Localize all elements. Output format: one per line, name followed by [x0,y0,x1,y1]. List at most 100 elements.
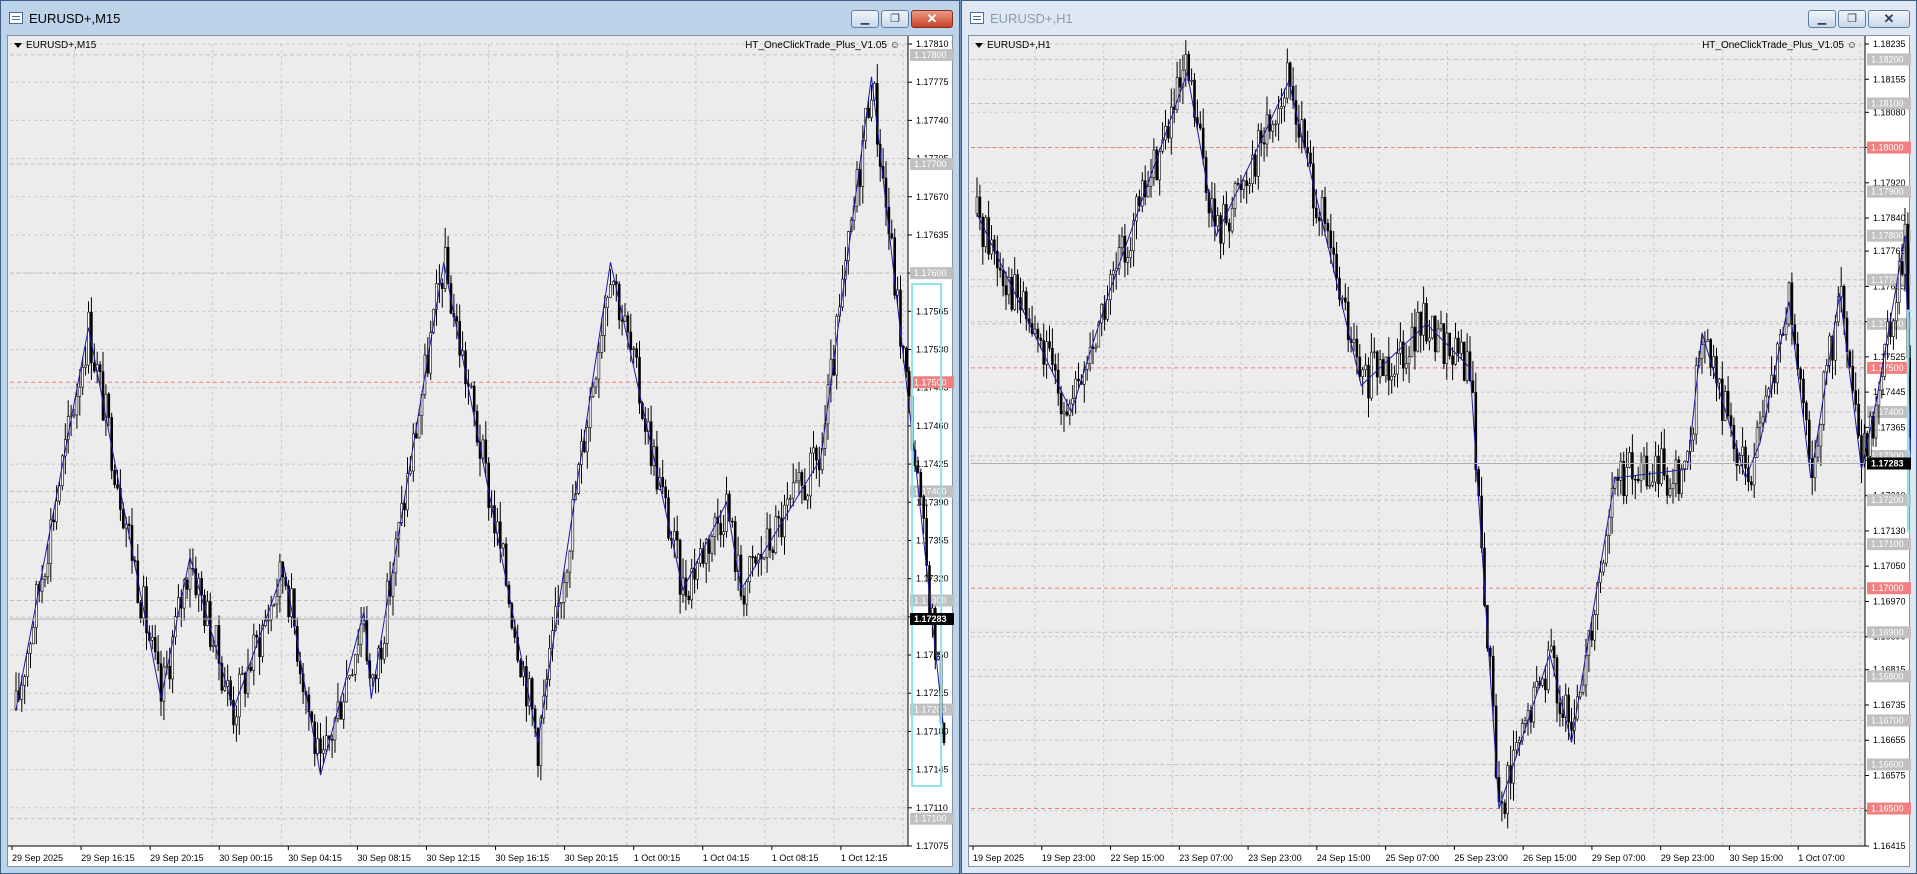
chart-area[interactable]: 1.178101.177751.177401.177051.176701.176… [7,35,954,868]
price-tick-label: 1.17775 [916,77,949,87]
candle-body [600,335,604,353]
candle-body [1367,364,1370,399]
price-tick-label: 1.16575 [1873,770,1906,780]
candle-body [235,716,238,726]
candle-body [1448,332,1452,357]
candle-body [1570,721,1573,731]
candle-body [629,331,633,350]
candle-body [1184,54,1188,71]
dropdown-icon [14,42,22,48]
candle-body [751,556,754,558]
candle-body [40,578,44,592]
candle-body [1358,356,1362,377]
candle-body [1700,344,1704,359]
candle-body [1201,127,1205,158]
candle-body [1749,481,1753,486]
restore-button[interactable]: ❐ [1838,10,1866,28]
time-tick-label: 26 Sep 15:00 [1523,853,1577,863]
candle-body [815,447,818,461]
candle-body [661,477,665,488]
candle-body [258,636,261,658]
candle-body [675,531,679,541]
candle-body [1648,484,1652,487]
candle-body [1178,77,1182,88]
candle-body [1199,123,1202,129]
candle-body [1654,455,1657,483]
candle-body [1129,250,1132,259]
candle-body [1741,446,1744,456]
candle-body [1535,681,1539,688]
candle-body [1671,483,1675,490]
candle-body [1854,390,1858,405]
price-tick-label: 1.18155 [1873,74,1906,84]
title-bar[interactable]: EURUSD+,M15 ▁ ❐ ✕ [1,1,959,35]
candle-body [594,378,598,388]
price-tick-label: 1.17215 [916,688,949,698]
candle-body [867,108,870,118]
time-tick-label: 1 Oct 12:15 [841,853,888,863]
candle-body [232,699,235,726]
candle-body [672,531,676,541]
time-tick-label: 1 Oct 07:00 [1798,853,1845,863]
candle-body [797,472,801,482]
chart-window-left[interactable]: EURUSD+,M15 ▁ ❐ ✕ 1.17810 1.17775 1.17740 1… [0,0,960,874]
symbol-label[interactable]: EURUSD+,M15 [14,40,96,51]
candle-body [1802,378,1805,404]
chart-area[interactable]: 1.182351.181551.180801.180001.179201.178… [968,35,1911,868]
candle-body [1112,270,1115,275]
candle-body [255,634,258,638]
window-title: EURUSD+,H1 [990,11,1073,26]
price-tick-label: 1.17320 [916,574,949,584]
candle-body [632,348,636,351]
price-level-text: 1.16600 [1871,759,1904,769]
close-button[interactable]: ✕ [911,10,953,28]
close-button[interactable]: ✕ [1868,10,1910,28]
candle-body [1343,297,1347,303]
price-tick-label: 1.17050 [1873,561,1906,571]
price-tick-label: 1.17525 [1873,352,1906,362]
chart-window-right[interactable]: EURUSD+,H1 ▁ ❐ ✕ 1.18235 1.18155 1.18080 1.… [961,0,1917,874]
price-level-text: 1.17000 [1871,583,1904,593]
price-level-text: 1.16900 [1871,627,1904,637]
candle-body [78,386,82,397]
restore-button[interactable]: ❐ [881,10,909,28]
candle-body [1805,402,1808,421]
candle-body [1726,391,1730,416]
candle-body [530,678,534,710]
candle-body [1561,713,1565,718]
price-level-text: 1.17500 [1871,363,1904,373]
candle-body [1425,303,1428,342]
price-chart[interactable]: 1.178101.177751.177401.177051.176701.176… [8,36,954,868]
price-level-text: 1.17100 [1871,539,1904,549]
price-tick-label: 1.18235 [1873,39,1906,49]
price-chart[interactable]: 1.182351.181551.180801.180001.179201.178… [969,36,1911,868]
candle-body [1146,186,1150,198]
price-tick-label: 1.17425 [916,459,949,469]
time-tick-label: 23 Sep 07:00 [1179,853,1233,863]
price-tick-label: 1.17460 [916,421,949,431]
indicator-label: HT_OneClickTrade_Plus_V1.05 ☺ [1702,40,1857,51]
candle-body [730,520,734,523]
candle-body [1628,452,1631,468]
candle-body [1126,257,1130,263]
time-tick-label: 23 Sep 23:00 [1248,853,1302,863]
minimize-button[interactable]: ▁ [851,10,879,28]
candle-body [1283,97,1286,107]
candle-body [1660,448,1663,485]
candle-body [1048,341,1051,349]
candle-body [1680,468,1684,494]
candle-body [84,364,87,368]
candle-body [904,347,908,372]
candle-body [214,625,218,646]
candle-body [719,522,723,536]
candle-body [774,516,778,553]
price-tick-label: 1.17565 [916,306,949,316]
candle-body [678,539,682,595]
symbol-label[interactable]: EURUSD+,H1 [975,40,1051,51]
candle-body [1170,106,1173,139]
candle-body [342,701,346,720]
candle-body [745,581,749,605]
minimize-button[interactable]: ▁ [1808,10,1836,28]
candle-body [687,595,691,601]
title-bar[interactable]: EURUSD+,H1 ▁ ❐ ✕ [962,1,1916,35]
